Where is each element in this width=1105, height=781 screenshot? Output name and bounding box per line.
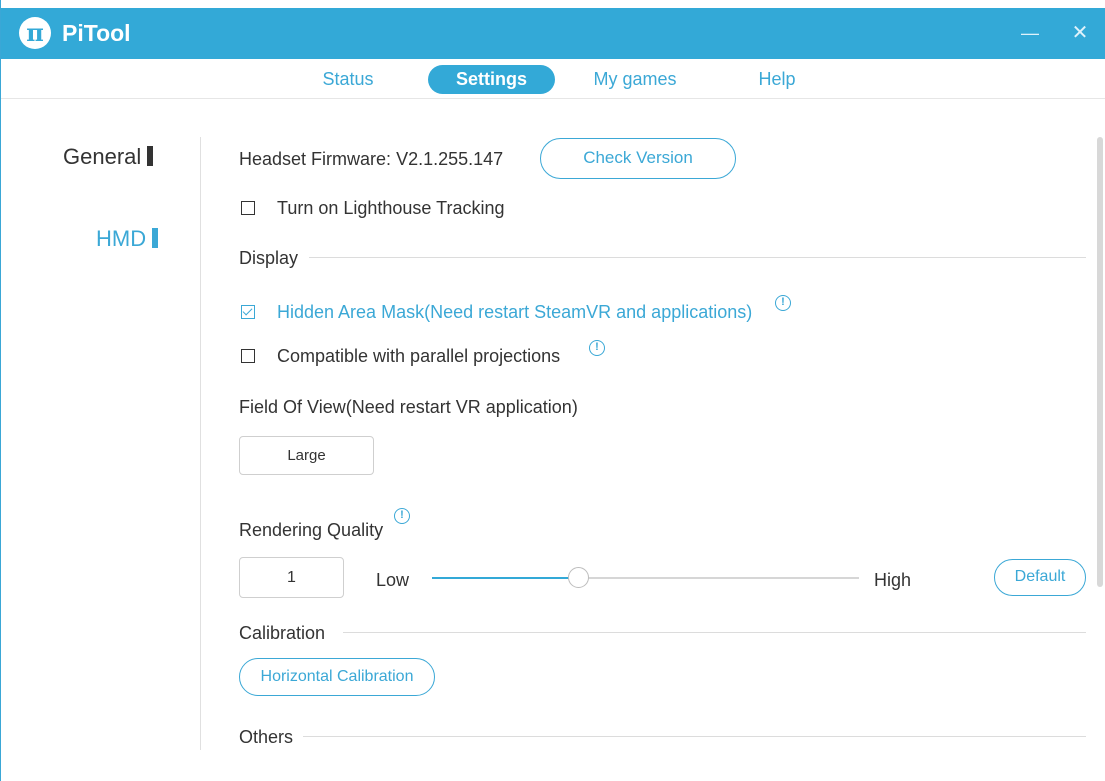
firmware-label: Headset Firmware: [239, 149, 392, 169]
others-section-title: Others [239, 727, 294, 747]
rendering-quality-input[interactable]: 1 [239, 557, 344, 598]
hidden-area-mask-label: Hidden Area Mask(Need restart SteamVR an… [277, 302, 753, 322]
scrollbar-thumb[interactable] [1097, 137, 1103, 587]
calibration-divider [343, 632, 1086, 633]
rendering-quality-label: Rendering Quality [239, 520, 384, 540]
display-section-title: Display [239, 248, 299, 268]
lighthouse-label: Turn on Lighthouse Tracking [277, 198, 505, 218]
sidebar-divider [200, 137, 201, 750]
display-divider [309, 257, 1086, 258]
slider-high-label: High [874, 570, 912, 590]
parallel-projections-checkbox[interactable] [241, 349, 255, 363]
app-title: PiTool [62, 20, 131, 46]
title-bar[interactable]: π PiTool — ✕ [1, 8, 1105, 59]
close-button[interactable]: ✕ [1067, 21, 1093, 47]
lighthouse-checkbox[interactable] [241, 201, 255, 215]
sidebar-marker [147, 146, 154, 166]
minimize-button[interactable]: — [1017, 21, 1043, 47]
slider-low-label: Low [376, 570, 410, 590]
tab-settings[interactable]: Settings [428, 65, 555, 94]
tab-my-games[interactable]: My games [585, 65, 685, 94]
slider-handle[interactable] [568, 567, 589, 588]
firmware-row: Headset Firmware: V2.1.255.147 [239, 149, 503, 170]
horizontal-calibration-button[interactable]: Horizontal Calibration [239, 658, 435, 696]
sidebar-item-label: HMD [96, 226, 147, 251]
info-icon[interactable]: ! [589, 340, 605, 356]
sidebar-marker [152, 228, 159, 248]
default-button[interactable]: Default [994, 559, 1086, 596]
calibration-section-title: Calibration [239, 623, 326, 643]
vertical-scrollbar[interactable] [1094, 137, 1105, 762]
hidden-area-mask-checkbox[interactable] [241, 305, 255, 319]
info-icon[interactable]: ! [775, 295, 791, 311]
info-icon[interactable]: ! [394, 508, 410, 524]
firmware-version: V2.1.255.147 [396, 149, 504, 169]
pi-glyph: π [26, 18, 44, 47]
slider-fill [432, 577, 578, 579]
rendering-quality-slider[interactable] [432, 567, 859, 588]
sidebar-item-general[interactable]: General [63, 144, 154, 170]
others-divider [303, 736, 1086, 737]
fov-label: Field Of View(Need restart VR applicatio… [239, 397, 578, 417]
tab-status[interactable]: Status [306, 65, 390, 94]
check-version-button[interactable]: Check Version [540, 138, 736, 179]
pitool-logo-icon: π [19, 17, 51, 49]
tab-help[interactable]: Help [747, 65, 807, 94]
top-tab-bar: Status Settings My games Help [1, 59, 1105, 99]
pitool-window: π PiTool — ✕ Status Settings My games He… [0, 0, 1105, 781]
sidebar-item-label: General [63, 144, 142, 169]
parallel-projections-label: Compatible with parallel projections [277, 346, 561, 366]
fov-select[interactable]: Large [239, 436, 374, 475]
sidebar-item-hmd[interactable]: HMD [96, 226, 159, 252]
